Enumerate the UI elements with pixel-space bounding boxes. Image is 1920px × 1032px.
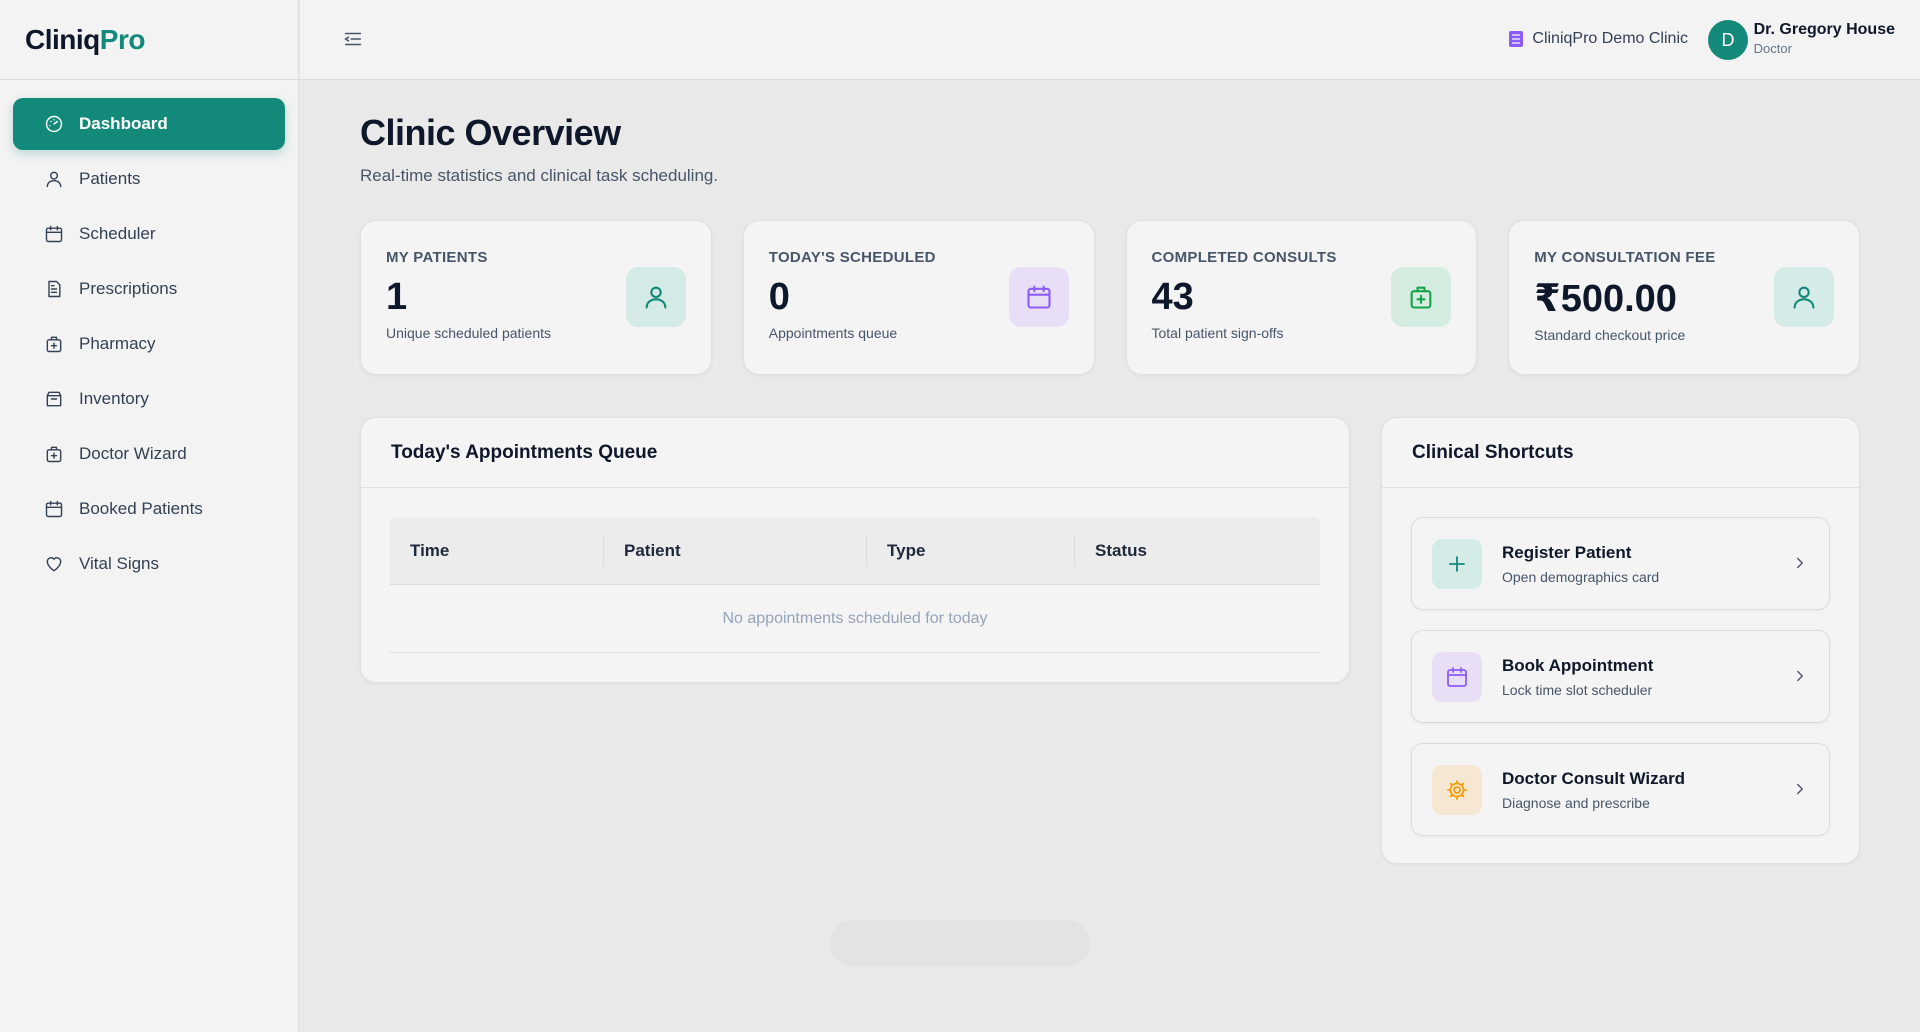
chevron-right-icon [1791, 780, 1809, 798]
sidebar-item-pharmacy[interactable]: Pharmacy [13, 318, 285, 370]
card-title: Today's Appointments Queue [361, 418, 1349, 488]
stat-note: Appointments queue [768, 325, 898, 341]
calendar-icon [1432, 651, 1482, 702]
user-info[interactable]: Dr. Gregory House Doctor [1754, 21, 1895, 56]
appointments-table: Time Patient Type Status No appointments… [390, 517, 1320, 653]
sidebar: Cliniq Pro Dashboard Patients Scheduler P… [0, 0, 299, 1032]
sidebar-item-scheduler[interactable]: Scheduler [13, 208, 285, 260]
medical-bag-icon [43, 333, 65, 355]
sidebar-item-label: Prescriptions [79, 279, 178, 298]
stats-row: MY PATIENTS 1 Unique scheduled patients … [360, 220, 1860, 375]
stat-note: Standard checkout price [1534, 327, 1686, 343]
topbar: CliniqPro Demo Clinic D Dr. Gregory Hous… [300, 0, 1920, 80]
stat-note: Unique scheduled patients [386, 325, 552, 341]
heart-icon [43, 553, 65, 575]
user-name: Dr. Gregory House [1753, 21, 1895, 38]
menu-collapse-icon [344, 32, 362, 46]
sidebar-item-label: Patients [79, 169, 141, 188]
clinic-selector[interactable]: CliniqPro Demo Clinic [1509, 30, 1688, 48]
sidebar-item-label: Inventory [79, 389, 149, 408]
shortcut-list: Register Patient Open demographics card … [1382, 488, 1859, 836]
chevron-right-icon [1791, 667, 1809, 685]
sidebar-item-prescriptions[interactable]: Prescriptions [13, 263, 285, 315]
stat-note: Total patient sign-offs [1151, 325, 1284, 341]
sidebar-item-label: Scheduler [79, 224, 156, 243]
shortcut-title: Doctor Consult Wizard [1502, 768, 1686, 788]
shortcut-subtitle: Open demographics card [1502, 568, 1660, 585]
page-title: Clinic Overview [360, 112, 621, 153]
medical-bag-icon [43, 443, 65, 465]
column-header-type[interactable]: Type [867, 535, 1075, 566]
sidebar-item-patients[interactable]: Patients [13, 153, 285, 205]
toast-placeholder [830, 920, 1090, 967]
document-icon [43, 278, 65, 300]
sidebar-item-doctor-wizard[interactable]: Doctor Wizard [13, 428, 285, 480]
empty-state-message: No appointments scheduled for today [390, 585, 1320, 653]
column-header-patient[interactable]: Patient [604, 535, 867, 566]
sidebar-item-label: Dashboard [79, 114, 168, 133]
calendar-icon [43, 223, 65, 245]
shortcut-book-appointment[interactable]: Book Appointment Lock time slot schedule… [1411, 630, 1830, 723]
shortcut-title: Book Appointment [1502, 655, 1654, 675]
stat-card-my-patients: MY PATIENTS 1 Unique scheduled patients [360, 220, 712, 375]
medical-bag-icon [1391, 267, 1452, 327]
stat-card-completed-consults: COMPLETED CONSULTS 43 Total patient sign… [1125, 220, 1478, 375]
clinic-name: CliniqPro Demo Clinic [1532, 30, 1688, 47]
page-subtitle: Real-time statistics and clinical task s… [360, 166, 719, 185]
shortcut-subtitle: Lock time slot scheduler [1502, 681, 1653, 698]
clinical-shortcuts-card: Clinical Shortcuts Register Patient Open… [1381, 417, 1860, 864]
sidebar-item-label: Doctor Wizard [79, 444, 187, 463]
avatar[interactable]: D [1708, 20, 1748, 60]
brand-name-part2: Pro [99, 23, 146, 55]
main-content: Clinic Overview Real-time statistics and… [360, 80, 1860, 864]
shortcut-subtitle: Diagnose and prescribe [1502, 794, 1650, 811]
table-header: Time Patient Type Status [390, 517, 1320, 585]
stat-card-consultation-fee: MY CONSULTATION FEE ₹500.00 Standard che… [1508, 220, 1860, 375]
sidebar-item-label: Vital Signs [79, 554, 160, 573]
appointments-queue-card: Today's Appointments Queue Time Patient … [360, 417, 1350, 683]
sidebar-item-booked-patients[interactable]: Booked Patients [13, 483, 285, 535]
shortcut-register-patient[interactable]: Register Patient Open demographics card [1411, 517, 1830, 610]
user-role: Doctor [1753, 41, 1792, 56]
sidebar-item-label: Pharmacy [79, 334, 156, 353]
column-header-time[interactable]: Time [390, 535, 604, 566]
user-icon [43, 168, 65, 190]
gauge-icon [43, 113, 65, 135]
stat-label: TODAY'S SCHEDULED [768, 249, 936, 266]
user-icon [1774, 267, 1834, 327]
shortcut-doctor-consult-wizard[interactable]: Doctor Consult Wizard Diagnose and presc… [1411, 743, 1830, 836]
calendar-icon [1008, 267, 1069, 327]
stat-label: MY CONSULTATION FEE [1534, 249, 1716, 266]
sidebar-item-dashboard[interactable]: Dashboard [13, 98, 285, 150]
chevron-right-icon [1791, 554, 1809, 572]
user-icon [625, 267, 686, 327]
brand-logo[interactable]: Cliniq Pro [0, 0, 298, 80]
column-header-status[interactable]: Status [1075, 536, 1315, 566]
sidebar-item-inventory[interactable]: Inventory [13, 373, 285, 425]
box-icon [43, 388, 65, 410]
plus-icon [1432, 538, 1482, 589]
stat-card-todays-scheduled: TODAY'S SCHEDULED 0 Appointments queue [742, 220, 1095, 375]
calendar-icon [43, 498, 65, 520]
sidebar-nav: Dashboard Patients Scheduler Prescriptio… [0, 80, 298, 611]
sidebar-item-vital-signs[interactable]: Vital Signs [13, 538, 285, 590]
sidebar-item-label: Booked Patients [79, 499, 203, 518]
content-row: Today's Appointments Queue Time Patient … [360, 417, 1860, 864]
card-title: Clinical Shortcuts [1382, 418, 1859, 488]
stat-label: MY PATIENTS [386, 249, 488, 266]
building-icon [1509, 31, 1524, 47]
shortcut-title: Register Patient [1502, 542, 1632, 562]
brand-name-part1: Cliniq [25, 23, 100, 55]
stat-label: COMPLETED CONSULTS [1151, 249, 1337, 266]
gear-icon [1432, 764, 1482, 815]
sidebar-toggle-button[interactable] [342, 28, 366, 52]
